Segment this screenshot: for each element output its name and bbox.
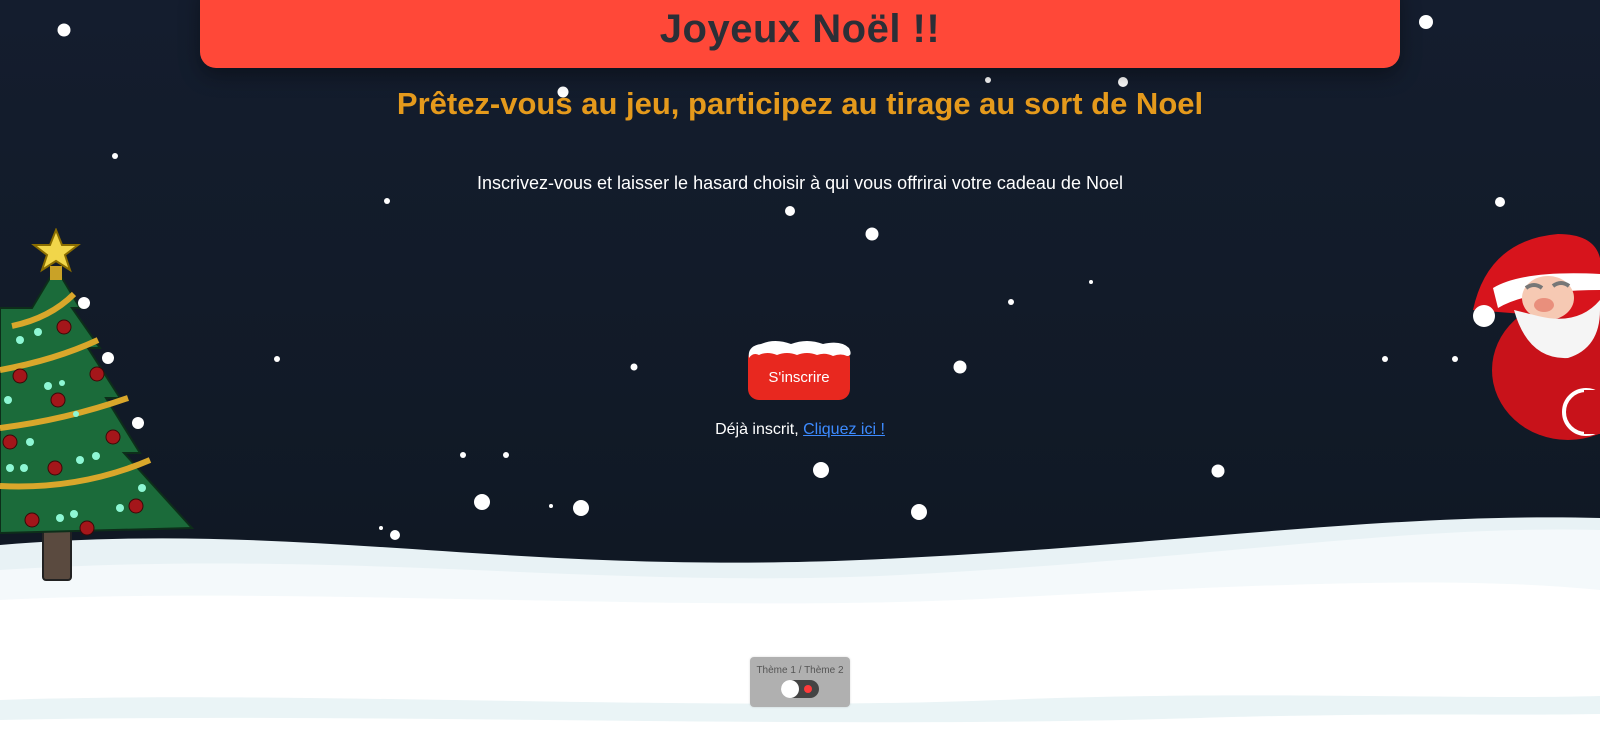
login-line: Déjà inscrit, Cliquez ici ! <box>0 421 1600 439</box>
register-button[interactable]: S'inscrire <box>748 348 850 400</box>
page-title: Joyeux Noël !! <box>659 7 941 51</box>
page: Joyeux Noël !! Prêtez-vous au jeu, parti… <box>0 0 1600 754</box>
toggle-indicator-icon <box>804 685 812 693</box>
login-prefix: Déjà inscrit, <box>715 421 799 438</box>
theme-switcher: Thème 1 / Thème 2 <box>750 657 850 707</box>
header-banner: Joyeux Noël !! <box>200 0 1400 68</box>
login-link[interactable]: Cliquez ici ! <box>803 421 885 438</box>
register-button-wrap: S'inscrire <box>748 341 852 402</box>
intro-text: Inscrivez-vous et laisser le hasard choi… <box>477 173 1123 193</box>
theme-toggle[interactable] <box>781 680 819 698</box>
toggle-knob <box>781 680 799 698</box>
theme-label: Thème 1 / Thème 2 <box>756 665 844 676</box>
santa-claus-icon <box>1473 234 1600 440</box>
subtitle: Prêtez-vous au jeu, participez au tirage… <box>396 86 1204 121</box>
christmas-tree-icon <box>0 228 195 581</box>
